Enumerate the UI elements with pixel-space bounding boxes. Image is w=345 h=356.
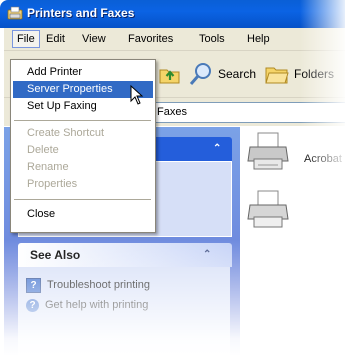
menu-bar: File Edit View Favorites Tools Help <box>4 28 345 51</box>
menu-edit[interactable]: Edit <box>46 31 65 47</box>
up-folder-button[interactable] <box>158 61 182 87</box>
printer-icon <box>247 190 289 228</box>
printer-item[interactable] <box>244 189 304 239</box>
menu-item-label: Add Printer <box>27 66 83 78</box>
printer-item[interactable]: Acrobat <box>244 131 345 181</box>
up-folder-icon <box>159 69 180 84</box>
troubleshoot-printing-link[interactable]: ? Troubleshoot printing <box>26 277 150 293</box>
folders-button[interactable]: Folders <box>264 61 334 87</box>
folders-label: Folders <box>294 67 335 81</box>
mouse-pointer-icon <box>130 85 144 105</box>
address-field[interactable]: Faxes <box>150 102 345 123</box>
collapse-chevron-icon[interactable]: ⌃ <box>203 249 211 260</box>
printers-and-faxes-window: Printers and Faxes File Edit View Favori… <box>0 0 345 356</box>
menu-item-add-printer[interactable]: Add Printer <box>13 64 153 81</box>
menu-item-label: Close <box>27 208 56 220</box>
menu-item-label: Set Up Faxing <box>27 100 97 112</box>
printer-icon <box>247 132 289 170</box>
see-also-panel: ? Troubleshoot printing ? Get help with … <box>18 267 230 356</box>
menu-item-label: Server Properties <box>27 83 113 95</box>
help-circle-icon: ? <box>26 298 39 312</box>
printers-view: Acrobat <box>240 127 345 356</box>
menu-separator <box>14 199 151 200</box>
menu-tools[interactable]: Tools <box>199 31 225 47</box>
menu-item-create-shortcut: Create Shortcut <box>13 125 153 142</box>
help-page-icon: ? <box>26 277 41 293</box>
menu-item-close[interactable]: Close <box>13 206 153 223</box>
printer-folder-icon <box>7 6 23 20</box>
see-also-title: See Also <box>30 248 81 262</box>
see-also-item-label: Troubleshoot printing <box>47 279 150 291</box>
menu-item-label: Create Shortcut <box>27 127 105 139</box>
menu-item-label: Delete <box>27 144 59 156</box>
menu-item-delete: Delete <box>13 142 153 159</box>
menu-separator <box>14 120 151 121</box>
title-bar[interactable]: Printers and Faxes <box>0 0 345 28</box>
search-label: Search <box>218 67 257 81</box>
menu-item-label: Properties <box>27 178 78 190</box>
menu-file[interactable]: File <box>12 30 40 48</box>
search-icon <box>189 63 211 85</box>
printer-label: Acrobat <box>304 153 342 165</box>
collapse-chevron-icon[interactable]: ⌃ <box>213 143 221 154</box>
menu-help[interactable]: Help <box>247 31 270 47</box>
folders-icon <box>265 67 289 84</box>
menu-item-rename: Rename <box>13 159 153 176</box>
get-help-printing-link[interactable]: ? Get help with printing <box>26 297 148 313</box>
search-button[interactable]: Search <box>188 61 256 87</box>
menu-item-label: Rename <box>27 161 69 173</box>
menu-favorites[interactable]: Favorites <box>128 31 173 47</box>
window-title: Printers and Faxes <box>27 6 135 20</box>
menu-view[interactable]: View <box>82 31 106 47</box>
menu-item-properties: Properties <box>13 176 153 193</box>
see-also-item-label: Get help with printing <box>45 299 149 311</box>
see-also-header[interactable]: See Also ⌃ <box>18 243 232 267</box>
